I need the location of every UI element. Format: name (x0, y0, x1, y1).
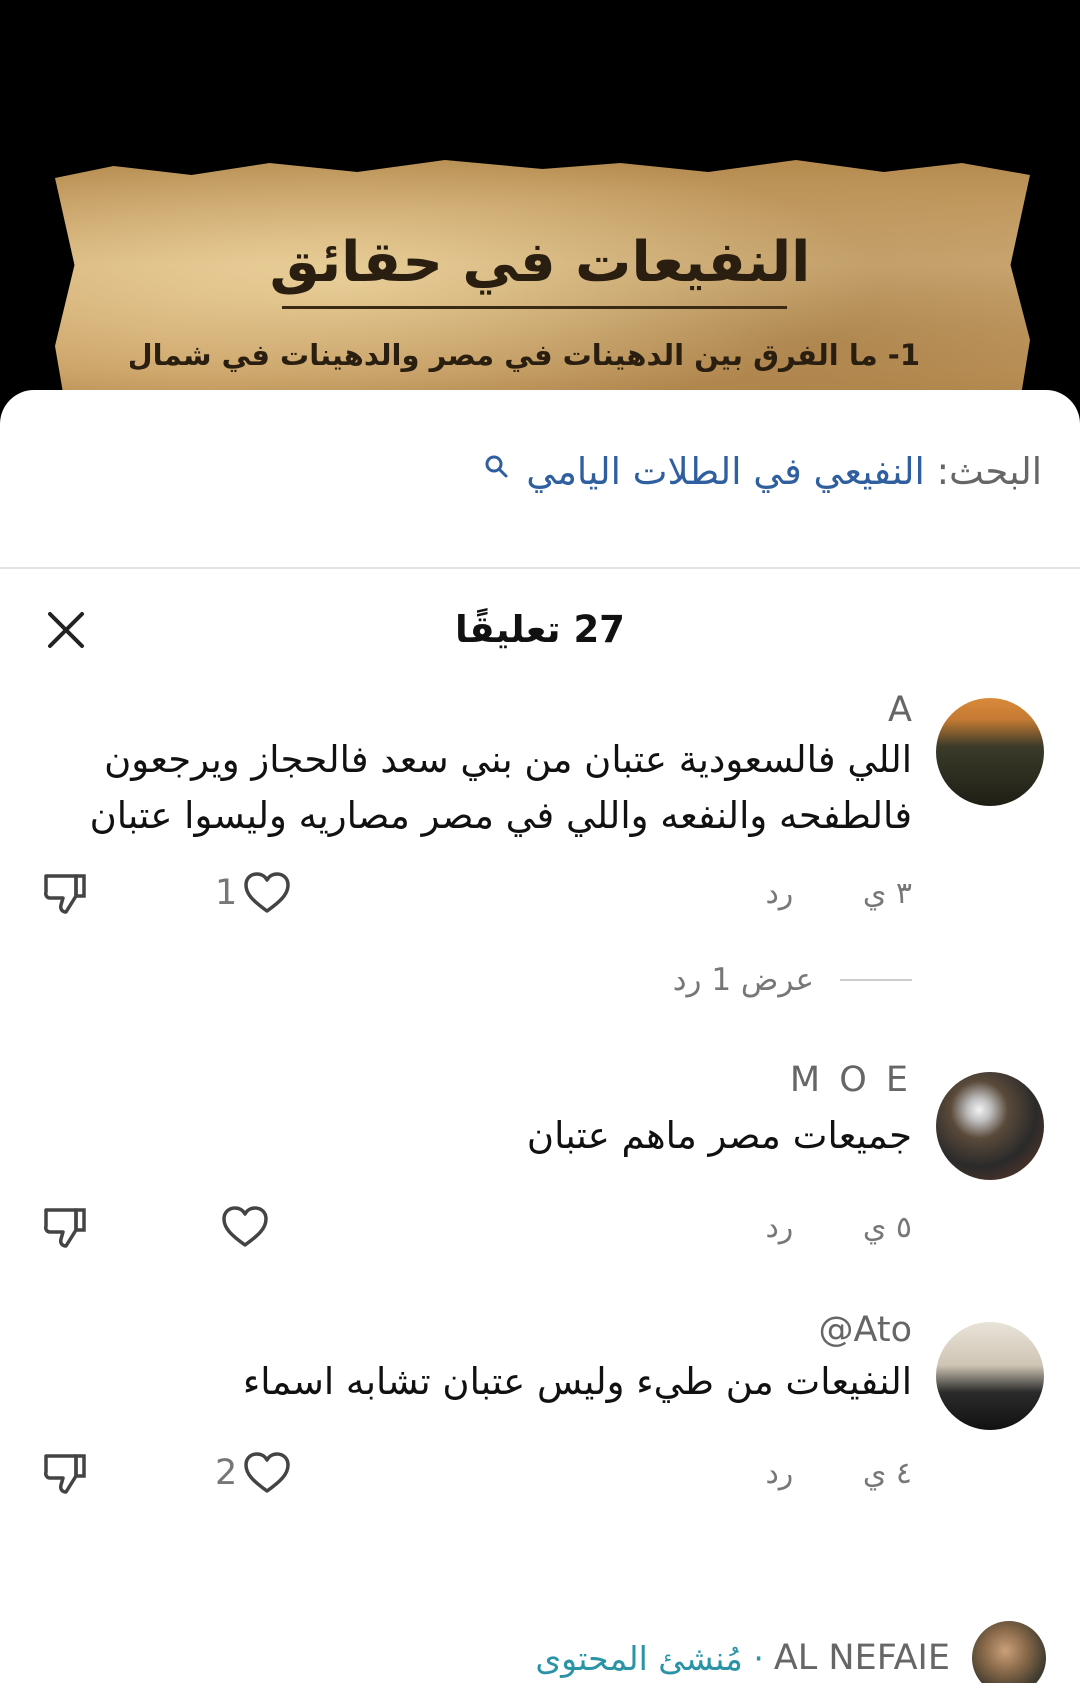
close-icon (48, 612, 84, 648)
avatar[interactable] (936, 1322, 1044, 1430)
comment-meta: ٥ ي رد (765, 1210, 912, 1245)
thumbs-down-icon (44, 1208, 86, 1248)
comment-meta: ٤ ي رد (765, 1456, 912, 1491)
comment-text: النفيعات من طيء وليس عتبان تشابه اسماء (242, 1360, 912, 1403)
reply-button[interactable]: رد (765, 1456, 793, 1491)
dislike-button[interactable] (40, 1448, 90, 1498)
video-title: النفيعات في حقائق (269, 230, 811, 295)
comment-item: A اللي فالسعودية عتبان من بني سعد فالحجا… (0, 690, 1080, 1050)
avatar[interactable] (936, 698, 1044, 806)
comments-count-title: 27 تعليقًا (455, 608, 625, 651)
search-label: البحث: (936, 450, 1042, 493)
like-button[interactable] (215, 1202, 269, 1252)
title-underline (282, 306, 787, 309)
video-preview[interactable]: النفيعات في حقائق 1- ما الفرق بين الدهين… (0, 0, 1080, 420)
dislike-button[interactable] (40, 1202, 90, 1252)
heart-icon (244, 872, 291, 913)
comment-item: M O E جميعات مصر ماهم عتبان ٥ ي رد (0, 1060, 1080, 1300)
replies-line (840, 979, 912, 981)
creator-badge: · مُنشئ المحتوى (535, 1638, 764, 1678)
divider (0, 567, 1080, 569)
comment-time: ٣ ي (862, 876, 912, 911)
like-count: 2 (215, 1453, 238, 1493)
comment-item: @Ato النفيعات من طيء وليس عتبان تشابه اس… (0, 1310, 1080, 1550)
comment-username[interactable]: A (888, 690, 912, 730)
avatar[interactable] (972, 1621, 1046, 1683)
search-icon (484, 446, 510, 489)
comment-text: جميعات مصر ماهم عتبان (526, 1114, 912, 1157)
reply-button[interactable]: رد (765, 876, 793, 911)
heart-icon (244, 1452, 291, 1493)
view-replies-label: عرض 1 رد (672, 962, 814, 998)
comment-time: ٥ ي (862, 1210, 912, 1245)
dislike-button[interactable] (40, 868, 90, 918)
comment-meta: ٣ ي رد (765, 876, 912, 911)
video-subtitle: 1- ما الفرق بين الدهينات في مصر والدهينا… (130, 338, 920, 372)
close-button[interactable] (44, 608, 88, 652)
comment-username[interactable]: @Ato (819, 1310, 912, 1350)
view-replies-button[interactable]: عرض 1 رد (673, 962, 912, 998)
like-count: 1 (215, 873, 238, 913)
comment-username[interactable]: M O E (790, 1060, 912, 1100)
creator-username[interactable]: AL NEFAIE (774, 1638, 950, 1678)
like-button[interactable]: 1 (215, 868, 291, 918)
search-suggestion[interactable]: البحث: النفيعي في الطلات اليامي (0, 450, 1042, 493)
thumbs-down-icon (44, 874, 86, 914)
search-query-link[interactable]: النفيعي في الطلات اليامي (526, 450, 925, 493)
thumbs-down-icon (44, 1454, 86, 1494)
like-button[interactable]: 2 (215, 1448, 291, 1498)
comments-sheet: البحث: النفيعي في الطلات اليامي 27 تعليق… (0, 390, 1080, 1683)
comment-time: ٤ ي (862, 1456, 912, 1491)
comment-text: اللي فالسعودية عتبان من بني سعد فالحجاز … (89, 738, 912, 837)
avatar[interactable] (936, 1072, 1044, 1180)
heart-icon (222, 1206, 268, 1247)
reply-button[interactable]: رد (765, 1210, 793, 1245)
creator-reply-header: AL NEFAIE · مُنشئ المحتوى (0, 1621, 1046, 1683)
